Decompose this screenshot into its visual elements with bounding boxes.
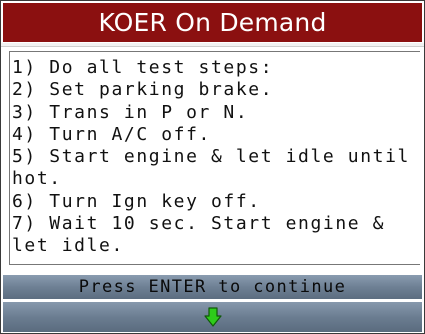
- instruction-steps: 1) Do all test steps: 2) Set parking bra…: [10, 52, 420, 258]
- instruction-step-1: 1) Do all test steps:: [12, 57, 274, 78]
- instruction-step-7: 7) Wait 10 sec. Start engine & let idle.: [12, 213, 398, 257]
- instruction-step-5: 5) Start engine & let idle until hot.: [12, 146, 410, 190]
- scroll-nav-bar: [3, 302, 422, 332]
- instruction-step-6: 6) Turn Ign key off.: [12, 190, 261, 212]
- instruction-step-3: 3) Trans in P or N.: [12, 101, 249, 123]
- instruction-step-4: 4) Turn A/C off.: [12, 123, 211, 145]
- down-arrow-icon[interactable]: [204, 307, 222, 327]
- screen-title: KOER On Demand: [3, 3, 422, 42]
- title-separator: [1, 43, 424, 47]
- scan-tool-screen: KOER On Demand 1) Do all test steps: 2) …: [0, 0, 425, 334]
- instruction-step-2: 2) Set parking brake.: [12, 79, 274, 101]
- enter-prompt[interactable]: Press ENTER to continue: [3, 275, 422, 299]
- instructions-panel: 1) Do all test steps: 2) Set parking bra…: [9, 51, 420, 265]
